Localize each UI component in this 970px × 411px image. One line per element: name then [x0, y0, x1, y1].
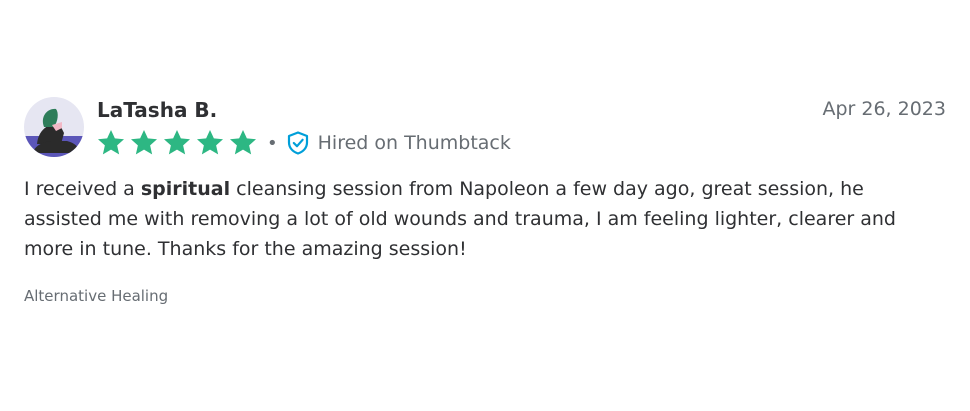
star-icon	[98, 130, 124, 155]
review-date: Apr 26, 2023	[822, 98, 946, 120]
hired-on-thumbtack-label: Hired on Thumbtack	[317, 132, 511, 154]
review-text-part: I received a	[24, 178, 141, 200]
star-icon	[197, 130, 223, 155]
reviewer-name: LaTasha B.	[97, 98, 218, 122]
review-text-bold: spiritual	[140, 178, 231, 200]
service-category: Alternative Healing	[24, 287, 169, 305]
star-icon	[131, 130, 157, 155]
shield-check-icon	[287, 131, 308, 155]
star-icon	[230, 130, 256, 155]
star-rating	[96, 128, 261, 158]
avatar-illustration	[24, 97, 84, 157]
star-icon	[164, 130, 190, 155]
reviewer-avatar	[24, 97, 84, 157]
rating-row: • Hired on Thumbtack	[96, 128, 511, 158]
review-text: I received a spiritual cleansing session…	[24, 174, 946, 264]
separator-dot: •	[267, 132, 278, 154]
